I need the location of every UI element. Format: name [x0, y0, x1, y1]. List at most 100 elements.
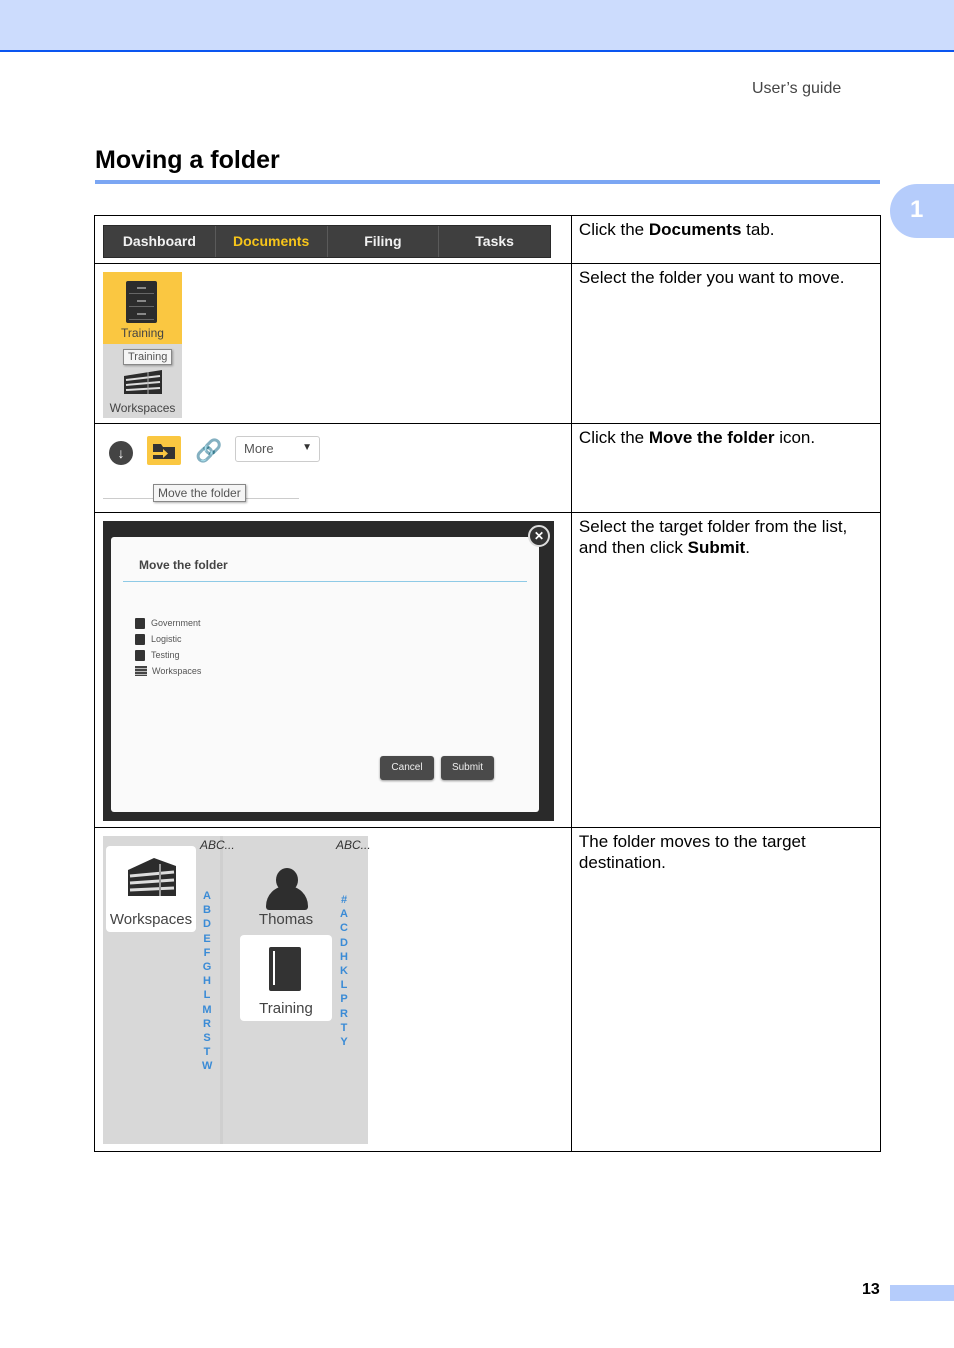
index-letter[interactable]: T: [202, 1045, 212, 1059]
index-letter[interactable]: W: [202, 1059, 212, 1073]
index-letter[interactable]: H: [202, 974, 212, 988]
index-letter[interactable]: A: [339, 907, 349, 921]
building-icon: [124, 370, 162, 394]
step-text: Click the Move the folder icon.: [570, 423, 882, 513]
folder-tile-training[interactable]: Training: [103, 272, 182, 344]
folder-name: Workspaces: [152, 666, 202, 676]
step-image: Move the folder Government Logistic Test…: [94, 512, 572, 828]
more-label: More: [244, 441, 274, 456]
index-letter[interactable]: G: [202, 960, 212, 974]
submit-button[interactable]: Submit: [441, 756, 494, 780]
folder-card-workspaces[interactable]: Workspaces: [106, 846, 196, 932]
alphabet-index[interactable]: # A C D H K L P R T Y: [339, 893, 349, 1049]
toolbar: ↓ 🔗 More ▼ Move the folder: [103, 424, 571, 506]
folder-item[interactable]: Testing: [135, 647, 201, 663]
index-letter[interactable]: A: [202, 889, 212, 903]
sort-abc-icon[interactable]: ABC...: [200, 838, 235, 852]
text: Click the: [578, 220, 649, 239]
folder-label: Workspaces: [109, 911, 193, 928]
tab-dashboard[interactable]: Dashboard: [104, 226, 216, 257]
folder-label: Training: [121, 326, 164, 340]
index-letter[interactable]: M: [202, 1003, 212, 1017]
step-text: Click the Documents tab.: [570, 215, 882, 264]
page-number: 13: [862, 1281, 880, 1298]
index-letter[interactable]: B: [202, 903, 212, 917]
close-icon[interactable]: ✕: [528, 525, 550, 547]
index-letter[interactable]: R: [202, 1017, 212, 1031]
step-image: Dashboard Documents Filing Tasks: [94, 215, 572, 264]
index-letter[interactable]: S: [202, 1031, 212, 1045]
index-letter[interactable]: R: [339, 1007, 349, 1021]
step-row: Workspaces ABC... ABDEFGHLMRSTW Thomas T…: [94, 827, 882, 1152]
step-image: Workspaces ABC... ABDEFGHLMRSTW Thomas T…: [94, 827, 572, 1152]
more-dropdown[interactable]: More ▼: [235, 436, 320, 462]
index-letter[interactable]: L: [202, 988, 212, 1002]
title-rule: [95, 180, 880, 184]
index-letter[interactable]: D: [339, 936, 349, 950]
caret-down-icon: ▼: [302, 442, 312, 453]
text: Click the: [578, 428, 649, 447]
book-icon: [269, 947, 301, 991]
cabinet-icon: [135, 649, 145, 661]
user-item-thomas[interactable]: Thomas: [240, 846, 332, 932]
step-row: Dashboard Documents Filing Tasks Click t…: [94, 215, 882, 264]
index-letter[interactable]: D: [202, 917, 212, 931]
folder-label: Training: [259, 1000, 313, 1017]
nav-tabs: Dashboard Documents Filing Tasks: [103, 225, 551, 258]
step-text: The folder moves to the target destinati…: [570, 827, 882, 1152]
folder-name: Government: [151, 618, 201, 628]
folder-panel: Training Training Workspaces: [103, 272, 182, 418]
tab-filing[interactable]: Filing: [328, 226, 440, 257]
tab-documents[interactable]: Documents: [216, 226, 328, 257]
index-letter[interactable]: H: [339, 950, 349, 964]
tooltip: Training: [123, 349, 173, 365]
index-letter[interactable]: E: [202, 932, 212, 946]
text: Select the folder you want to move.: [578, 268, 845, 287]
step-image: Training Training Workspaces: [94, 263, 572, 424]
step-row: Move the folder Government Logistic Test…: [94, 512, 882, 828]
index-letter[interactable]: T: [339, 1021, 349, 1035]
text-bold: Move the folder: [648, 428, 775, 447]
cabinet-icon: [135, 617, 145, 629]
cabinet-icon: [135, 633, 145, 645]
index-letter[interactable]: #: [339, 893, 349, 907]
modal-overlay: Move the folder Government Logistic Test…: [103, 521, 554, 821]
folder-item[interactable]: Logistic: [135, 631, 201, 647]
index-letter[interactable]: F: [202, 946, 212, 960]
index-letter[interactable]: L: [339, 978, 349, 992]
user-label: Thomas: [258, 911, 314, 928]
folder-list: Government Logistic Testing Workspaces: [135, 615, 201, 679]
step-image: ↓ 🔗 More ▼ Move the folder: [94, 423, 572, 513]
index-letter[interactable]: K: [339, 964, 349, 978]
tab-tasks[interactable]: Tasks: [439, 226, 550, 257]
text: The folder moves to the target destinati…: [578, 832, 806, 872]
dialog-title: Move the folder: [139, 558, 228, 572]
folder-card-training[interactable]: Training: [240, 935, 332, 1021]
move-folder-button[interactable]: [147, 436, 181, 465]
building-icon: [135, 666, 147, 676]
index-letter[interactable]: P: [339, 992, 349, 1006]
folder-name: Logistic: [151, 634, 182, 644]
page-bar: [890, 1285, 954, 1301]
text: tab.: [741, 220, 775, 239]
index-letter[interactable]: Y: [339, 1035, 349, 1049]
page-title: Moving a folder: [95, 146, 280, 174]
divider: [220, 836, 223, 1144]
link-icon[interactable]: 🔗: [195, 438, 222, 464]
text-bold: Documents: [648, 220, 742, 239]
building-icon: [128, 858, 176, 896]
cancel-button[interactable]: Cancel: [380, 756, 434, 780]
sort-abc-icon[interactable]: ABC...: [336, 838, 371, 852]
step-text: Select the folder you want to move.: [570, 263, 882, 424]
download-icon[interactable]: ↓: [109, 441, 133, 465]
person-icon-body: [266, 886, 308, 910]
chapter-tab: 1: [890, 184, 954, 238]
cabinet-icon: [126, 281, 157, 323]
alphabet-index[interactable]: ABDEFGHLMRSTW: [202, 889, 212, 1074]
step-row: Training Training Workspaces Select the …: [94, 263, 882, 424]
guide-label: User’s guide: [752, 80, 842, 97]
folder-item[interactable]: Government: [135, 615, 201, 631]
index-letter[interactable]: C: [339, 921, 349, 935]
move-folder-icon: [151, 444, 175, 459]
folder-item[interactable]: Workspaces: [135, 663, 201, 679]
